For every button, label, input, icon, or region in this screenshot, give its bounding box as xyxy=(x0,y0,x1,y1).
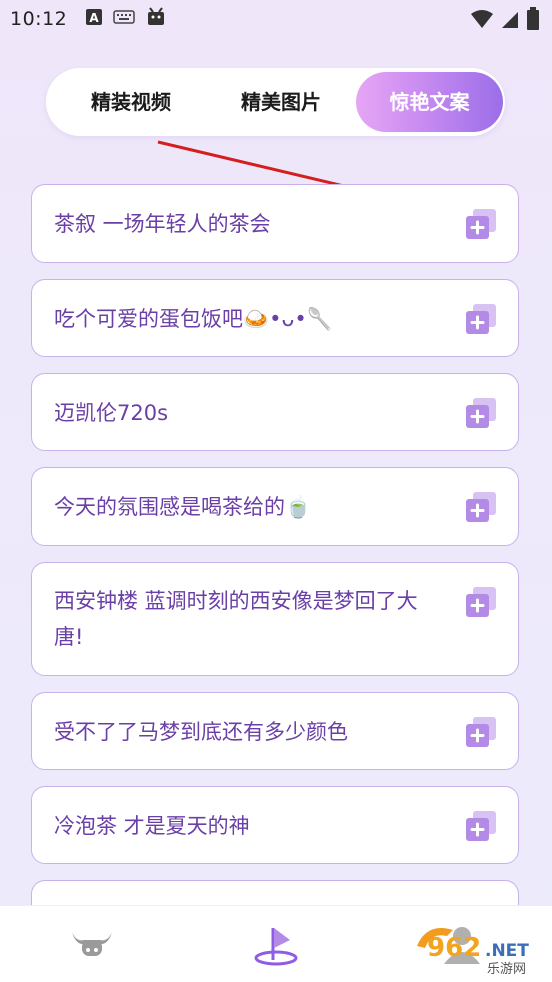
a-icon: A xyxy=(85,8,103,31)
copy-card[interactable]: 受不了了马梦到底还有多少颜色 xyxy=(31,692,519,770)
copy-card[interactable]: 迈凯伦720s xyxy=(31,373,519,451)
copy-add-icon[interactable] xyxy=(464,490,498,524)
copy-add-icon[interactable] xyxy=(464,809,498,843)
keyboard-icon xyxy=(113,8,136,30)
battery-icon xyxy=(526,7,540,36)
tab-images[interactable]: 精美图片 xyxy=(206,72,356,132)
nav-home-bull-icon[interactable] xyxy=(62,920,122,970)
copy-card[interactable]: 西安钟楼 蓝调时刻的西安像是梦回了大唐! xyxy=(31,562,519,676)
card-text: 今天的氛围感是喝茶给的🍵 xyxy=(54,495,312,519)
copy-card[interactable]: 吃个可爱的蛋包饭吧🍛•ᴗ•🥄 xyxy=(31,279,519,357)
copy-card[interactable]: 冷泡茶 才是夏天的神 xyxy=(31,786,519,864)
card-text: 吃个可爱的蛋包饭吧🍛•ᴗ•🥄 xyxy=(54,307,333,331)
svg-text:.NET: .NET xyxy=(485,941,529,961)
copy-card[interactable]: 茶叙 一场年轻人的茶会 xyxy=(31,184,519,263)
card-text: 受不了了马梦到底还有多少颜色 xyxy=(54,720,348,744)
card-text: 冷泡茶 才是夏天的神 xyxy=(54,814,250,838)
copy-add-icon[interactable] xyxy=(464,302,498,336)
status-bar: 10:12 A xyxy=(0,0,552,38)
svg-text:962: 962 xyxy=(427,933,481,963)
tab-videos[interactable]: 精装视频 xyxy=(56,72,206,132)
svg-text:A: A xyxy=(90,11,100,25)
nav-app-logo-icon[interactable] xyxy=(246,920,306,970)
tab-copywriting[interactable]: 惊艳文案 xyxy=(356,72,503,132)
card-text: 迈凯伦720s xyxy=(54,401,169,425)
signal-icon xyxy=(500,8,520,35)
bottom-nav: 962 .NET 乐游网 xyxy=(0,905,552,982)
status-time: 10:12 xyxy=(10,8,68,30)
tab-bar: 精装视频 精美图片 惊艳文案 xyxy=(46,68,505,136)
wifi-icon xyxy=(470,8,494,35)
copy-add-icon[interactable] xyxy=(464,585,498,619)
copy-card[interactable]: 今天的氛围感是喝茶给的🍵 xyxy=(31,467,519,546)
android-icon xyxy=(145,6,167,32)
svg-text:乐游网: 乐游网 xyxy=(487,962,526,976)
card-text: 茶叙 一场年轻人的茶会 xyxy=(54,212,271,236)
copy-add-icon[interactable] xyxy=(464,715,498,749)
copy-add-icon[interactable] xyxy=(464,207,498,241)
copy-add-icon[interactable] xyxy=(464,396,498,430)
card-text: 西安钟楼 蓝调时刻的西安像是梦回了大唐! xyxy=(54,589,418,649)
watermark-logo: 962 .NET 乐游网 xyxy=(407,916,542,977)
